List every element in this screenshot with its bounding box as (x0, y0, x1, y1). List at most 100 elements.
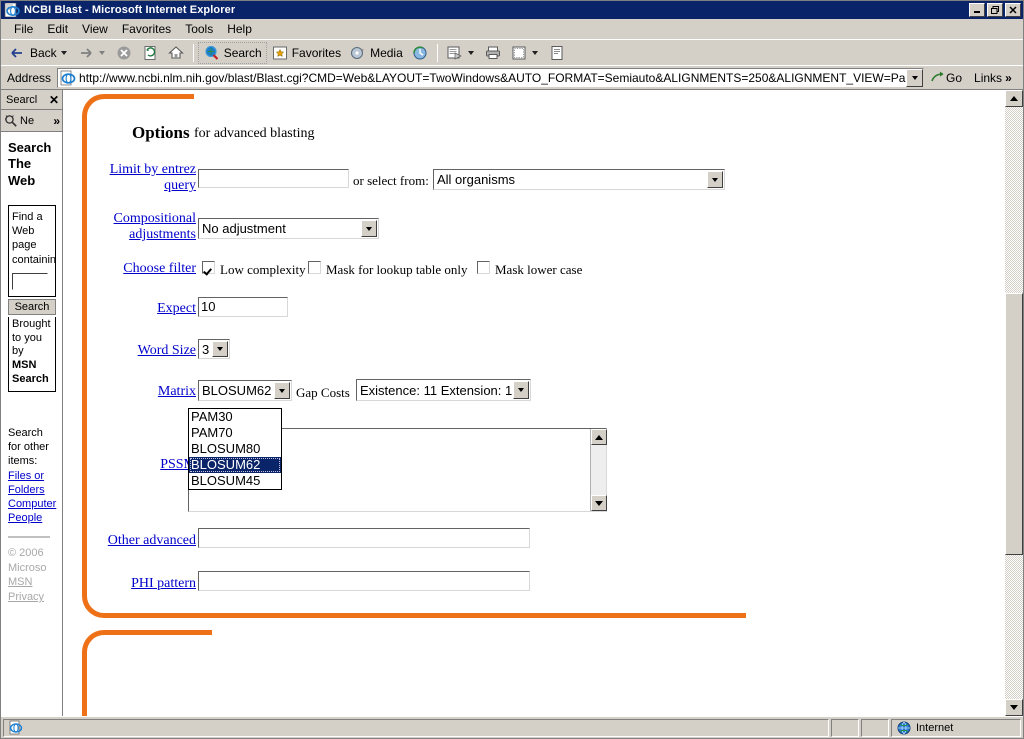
label-compositional-adjustments[interactable]: Compositional adjustments (104, 211, 196, 243)
organism-select-arrow-icon[interactable] (707, 171, 723, 188)
matrix-option-blosum80[interactable]: BLOSUM80 (189, 441, 281, 457)
page-vertical-scrollbar[interactable] (1005, 90, 1023, 716)
magnifier-icon (4, 114, 18, 128)
sidebar-link-computer[interactable]: Computer (8, 497, 58, 511)
client-area: Searcl ✕ Ne » Search The Web Find a Web … (1, 89, 1023, 716)
filter-mask-lower-case-label[interactable]: Mask lower case (495, 262, 582, 278)
filter-mask-lookup-checkbox[interactable] (308, 261, 321, 274)
matrix-option-blosum62[interactable]: BLOSUM62 (189, 457, 281, 473)
compositional-select-arrow-icon[interactable] (361, 220, 377, 237)
pssm-scroll-up-button[interactable] (591, 429, 607, 445)
new-search-button[interactable]: Ne (4, 114, 34, 128)
page-scroll-thumb[interactable] (1005, 293, 1023, 555)
menu-item-view[interactable]: View (75, 20, 115, 38)
phi-pattern-input[interactable] (198, 571, 530, 591)
organism-select-value: All organisms (437, 172, 516, 187)
matrix-option-pam30[interactable]: PAM30 (189, 409, 281, 425)
filter-mask-lookup-label[interactable]: Mask for lookup table only (326, 262, 468, 278)
organism-select[interactable]: All organisms (433, 169, 725, 190)
web-search-button[interactable]: Search (8, 298, 56, 315)
filter-low-complexity-checkbox[interactable] (202, 261, 215, 274)
menu-item-tools[interactable]: Tools (178, 20, 220, 38)
filter-low-complexity-label[interactable]: Low complexity (220, 262, 306, 278)
home-button[interactable] (163, 42, 189, 64)
menu-bar: File Edit View Favorites Tools Help (1, 19, 1023, 39)
gap-costs-arrow-icon[interactable] (513, 381, 529, 399)
title-bar: NCBI Blast - Microsoft Internet Explorer (1, 1, 1023, 19)
page-scroll-up-button[interactable] (1005, 90, 1023, 107)
word-size-select[interactable]: 3 (198, 339, 230, 359)
label-word-size[interactable]: Word Size (130, 344, 196, 358)
address-input[interactable]: http://www.ncbi.nlm.nih.gov/blast/Blast.… (57, 67, 925, 88)
label-gap-costs: Gap Costs (296, 385, 350, 400)
pssm-scroll-down-button[interactable] (591, 495, 607, 511)
entrez-query-input[interactable] (198, 169, 349, 188)
menu-item-favorites[interactable]: Favorites (115, 20, 178, 38)
matrix-dropdown-list[interactable]: PAM30 PAM70 BLOSUM80 BLOSUM62 BLOSUM45 (188, 408, 282, 490)
minimize-button[interactable] (969, 3, 985, 17)
print-button[interactable] (480, 42, 506, 64)
media-button[interactable]: Media (345, 42, 407, 64)
go-label: Go (946, 70, 963, 85)
toolbar-separator-2 (436, 43, 438, 62)
explorer-bar-title: Searcl ✕ (1, 90, 62, 110)
discuss-button[interactable] (544, 42, 570, 64)
mail-dropdown-icon[interactable] (467, 50, 474, 55)
filter-mask-lower-case-checkbox[interactable] (477, 261, 490, 274)
history-button[interactable] (407, 42, 433, 64)
globe-icon (896, 720, 912, 736)
matrix-select-arrow-icon[interactable] (274, 382, 290, 399)
ie-document-icon (4, 2, 20, 18)
sidebar-link-msn[interactable]: MSN (8, 575, 58, 590)
matrix-option-pam70[interactable]: PAM70 (189, 425, 281, 441)
maximize-restore-button[interactable] (987, 3, 1003, 17)
edit-button[interactable] (506, 42, 544, 64)
mail-button[interactable] (442, 42, 480, 64)
label-choose-filter[interactable]: Choose filter (122, 262, 196, 276)
new-search-label: Ne (20, 114, 35, 127)
label-expect[interactable]: Expect (144, 302, 196, 316)
matrix-option-blosum45[interactable]: BLOSUM45 (189, 473, 281, 489)
search-other-items: Search for other items: Files or Folders… (8, 426, 58, 526)
explorer-bar-close-icon[interactable]: ✕ (49, 93, 59, 107)
menu-item-help[interactable]: Help (220, 20, 259, 38)
go-button[interactable]: Go (924, 67, 968, 89)
close-button[interactable] (1005, 3, 1021, 17)
label-matrix[interactable]: Matrix (150, 385, 196, 399)
search-the-web-heading: Search The Web (8, 140, 52, 188)
favorites-button[interactable]: Favorites (267, 42, 345, 64)
expect-input[interactable]: 10 (198, 297, 288, 317)
sidebar-link-people[interactable]: People (8, 511, 58, 525)
compositional-adjustments-select[interactable]: No adjustment (198, 218, 379, 239)
menu-item-file[interactable]: File (7, 20, 40, 38)
back-dropdown-icon[interactable] (60, 50, 67, 55)
back-button[interactable]: Back (5, 42, 73, 64)
edit-dropdown-icon[interactable] (531, 50, 538, 55)
sidebar-link-privacy[interactable]: Privacy (8, 590, 58, 605)
status-pane-1 (831, 718, 859, 737)
address-label: Address (7, 70, 52, 85)
forward-button[interactable] (73, 42, 111, 64)
label-other-advanced[interactable]: Other advanced (92, 534, 196, 548)
page-scroll-down-button[interactable] (1005, 699, 1023, 716)
word-size-arrow-icon[interactable] (212, 341, 228, 357)
gap-costs-select[interactable]: Existence: 11 Extension: 1 (356, 379, 531, 401)
links-button[interactable]: Links » (968, 67, 1018, 89)
pssm-scrollbar[interactable] (590, 429, 607, 511)
stop-button[interactable] (111, 42, 137, 64)
toolbar: Back Search Favorites Media (1, 39, 1023, 65)
search-button[interactable]: Search (197, 41, 267, 64)
other-advanced-input[interactable] (198, 528, 530, 548)
refresh-button[interactable] (137, 42, 163, 64)
label-entrez-query[interactable]: Limit by entrez query (104, 162, 196, 194)
matrix-select-value: BLOSUM62 (202, 383, 272, 398)
web-page-content: Options for advanced blasting Limit by e… (64, 90, 1005, 716)
forward-dropdown-icon[interactable] (98, 50, 105, 55)
matrix-select[interactable]: BLOSUM62 (198, 380, 292, 401)
explorer-bar-chevron-icon[interactable]: » (53, 114, 60, 128)
label-phi-pattern[interactable]: PHI pattern (112, 577, 196, 591)
menu-item-edit[interactable]: Edit (40, 20, 75, 38)
sidebar-link-files-or-folders[interactable]: Files or Folders (8, 469, 58, 498)
web-search-input[interactable] (12, 272, 48, 290)
address-dropdown-icon[interactable] (906, 68, 924, 87)
